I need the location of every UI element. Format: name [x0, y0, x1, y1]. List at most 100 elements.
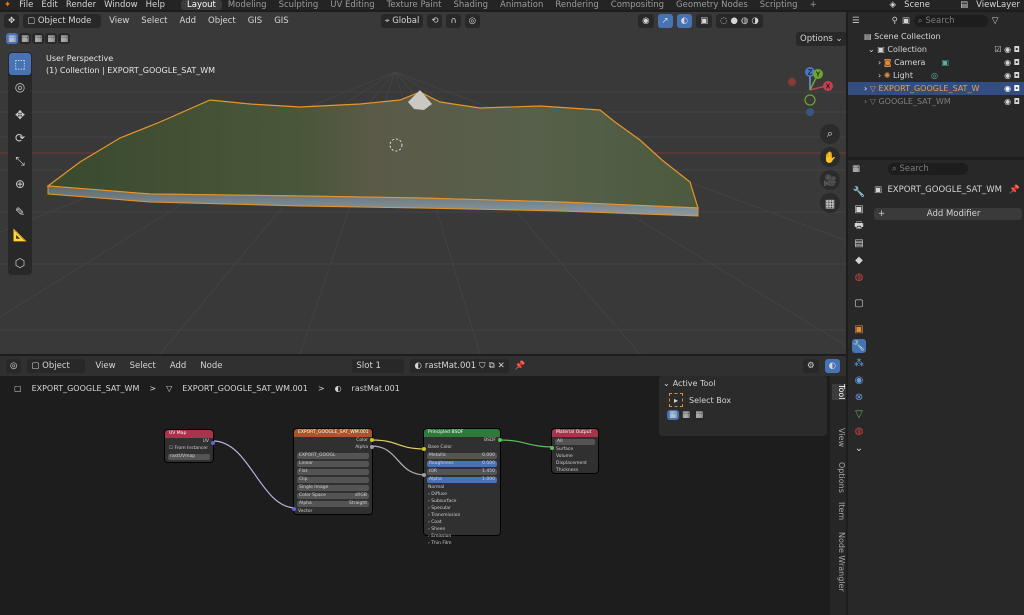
3d-viewport[interactable]: ✥ ▢ Object Mode View Select Add Object G… — [0, 12, 846, 354]
colorspace-dropdown[interactable]: Color Space sRGB — [297, 493, 369, 499]
eye-icon[interactable]: ◉ — [1004, 97, 1011, 106]
outliner-item-google-sat[interactable]: › ▽ GOOGLE_SAT_WM ◉ ◘ — [848, 95, 1024, 108]
editor-type-button[interactable]: ✥ — [4, 14, 20, 28]
collection-icon[interactable]: ▢ — [852, 296, 866, 310]
tab-texture-paint[interactable]: Texture Paint — [381, 0, 448, 10]
section-sheen[interactable]: › Sheen — [428, 527, 496, 533]
select-extend-icon[interactable]: ▦ — [19, 33, 32, 44]
sidebar-tab-node-wrangler[interactable]: Node Wrangler — [832, 532, 846, 592]
more-tabs-chevron-icon[interactable]: ⌄ — [852, 441, 866, 455]
viewlayer-name[interactable]: ViewLayer — [972, 0, 1024, 10]
add-cube-tool-icon[interactable]: ⬡ — [9, 252, 31, 274]
render-icon[interactable]: ▣ — [852, 202, 866, 216]
blender-logo-icon[interactable]: ✦ — [0, 0, 15, 10]
camera-render-icon[interactable]: ◘ — [1014, 71, 1020, 80]
properties-editor-icon[interactable]: ▦ — [852, 164, 860, 174]
tab-geometry-nodes[interactable]: Geometry Nodes — [670, 0, 754, 10]
outliner-item-light[interactable]: › ✺ Light ◎ ◉ ◘ — [848, 69, 1024, 82]
alpha-input-socket[interactable] — [422, 473, 426, 477]
scene-icon[interactable]: ◆ — [852, 253, 866, 267]
pivot-button[interactable]: ⟲ — [427, 14, 443, 28]
outliner-filter-icon[interactable]: ▽ — [992, 16, 999, 26]
tab-sculpting[interactable]: Sculpting — [273, 0, 325, 10]
add-modifier-button[interactable]: + Add Modifier — [874, 208, 1022, 220]
bsdf-output-socket[interactable] — [498, 438, 502, 442]
options-button[interactable]: Options ⌄ — [796, 32, 846, 46]
expand-chevron-icon[interactable]: ⌄ — [868, 45, 877, 54]
world-icon[interactable]: ◍ — [852, 270, 866, 284]
outliner-search-input[interactable]: ⌕ Search — [913, 15, 988, 27]
menu-window[interactable]: Window — [100, 0, 142, 10]
vp-menu-view[interactable]: View — [105, 16, 133, 26]
tab-scripting[interactable]: Scripting — [754, 0, 804, 10]
gizmo-toggle[interactable]: ↗ — [657, 14, 673, 28]
select-new-icon[interactable]: ▦ — [6, 33, 19, 44]
eye-icon[interactable]: ◉ — [1004, 71, 1011, 80]
active-tool-header[interactable]: ⌄ Active Tool — [659, 376, 827, 390]
section-specular[interactable]: › Specular — [428, 506, 496, 512]
active-tool-row[interactable]: ▸ Select Box — [659, 390, 827, 410]
zoom-icon[interactable]: ⌕ — [820, 124, 840, 144]
section-transmission[interactable]: › Transmission — [428, 513, 496, 519]
color-output-socket[interactable] — [370, 438, 374, 442]
camera-render-icon[interactable]: ◘ — [1014, 84, 1020, 93]
outliner-item-camera[interactable]: › ◙ Camera ▣ ◉ ◘ — [848, 56, 1024, 69]
projection-dropdown[interactable]: Flat — [297, 469, 369, 475]
vp-menu-gis-2[interactable]: GIS — [270, 16, 293, 26]
uv-map-field[interactable]: rastUVmap — [168, 454, 210, 460]
alpha-output-socket[interactable] — [370, 445, 374, 449]
tab-shading[interactable]: Shading — [447, 0, 494, 10]
cursor-tool-icon[interactable]: ◎ — [9, 76, 31, 98]
principled-bsdf-node[interactable]: Principled BSDF BSDF Base Color Metallic… — [422, 429, 502, 546]
alpha-field[interactable]: Alpha 1.000 — [427, 477, 497, 483]
image-texture-node[interactable]: EXPORT_GOOGLE_SAT_WM.001 Color Alpha EXP… — [292, 429, 374, 514]
filter-icon[interactable]: ⚲ — [892, 16, 898, 26]
tab-layout[interactable]: Layout — [181, 0, 222, 10]
visibility-button[interactable]: ◉ — [638, 14, 654, 28]
proportional-button[interactable]: ◎ — [464, 14, 481, 28]
section-thin-film[interactable]: › Thin Film — [428, 541, 496, 547]
annotate-tool-icon[interactable]: ✎ — [9, 201, 31, 223]
eye-icon[interactable]: ◉ — [1004, 58, 1011, 67]
tab-compositing[interactable]: Compositing — [605, 0, 670, 10]
rotate-tool-icon[interactable]: ⟳ — [9, 127, 31, 149]
menu-file[interactable]: File — [15, 0, 37, 10]
eye-icon[interactable]: ◉ — [1004, 45, 1011, 54]
camera-view-icon[interactable]: 🎥 — [820, 170, 840, 190]
surface-input-socket[interactable] — [550, 446, 554, 450]
select-new-icon[interactable]: ▦ — [667, 410, 680, 420]
select-intersect-icon[interactable]: ▦ — [58, 33, 71, 44]
modifier-wrench-icon[interactable]: 🔧 — [852, 339, 866, 353]
target-dropdown[interactable]: All — [555, 439, 595, 445]
navigation-gizmo[interactable]: Z Y X — [782, 62, 838, 118]
shader-node-editor[interactable]: ◎ ▢ Object View Select Add Node Slot 1 ◐… — [0, 356, 846, 615]
select-invert-icon[interactable]: ▦ — [45, 33, 58, 44]
object-icon[interactable]: ▣ — [852, 322, 866, 336]
camera-render-icon[interactable]: ◘ — [1014, 45, 1020, 54]
output-icon[interactable]: 🖶 — [852, 219, 866, 233]
shading-buttons[interactable]: ◌ ● ◍ ◑ — [716, 14, 763, 28]
data-icon[interactable]: ▽ — [852, 407, 866, 421]
material-shading-icon[interactable]: ◍ — [741, 16, 748, 26]
solid-shading-icon[interactable]: ● — [731, 16, 738, 26]
roughness-field[interactable]: Roughness 0.500 — [427, 461, 497, 467]
uv-output-socket[interactable] — [211, 441, 215, 445]
from-instancer-checkbox[interactable]: ☐ From Instancer — [169, 446, 209, 452]
source-dropdown[interactable]: Single Image — [297, 485, 369, 491]
constraints-icon[interactable]: ⊗ — [852, 390, 866, 404]
scene-name[interactable]: Scene — [900, 0, 956, 10]
ior-field[interactable]: IOR 1.450 — [427, 469, 497, 475]
sidebar-tab-item[interactable]: Item — [832, 502, 846, 520]
camera-render-icon[interactable]: ◘ — [1014, 97, 1020, 106]
material-output-node[interactable]: Material Output All Surface Volume Displ… — [550, 429, 598, 473]
section-diffuse[interactable]: › Diffuse — [428, 492, 496, 498]
sidebar-tab-view[interactable]: View — [832, 428, 846, 447]
select-box-tool-icon[interactable]: ⬚ — [9, 53, 31, 75]
tab-modeling[interactable]: Modeling — [222, 0, 273, 10]
uv-map-node[interactable]: UV Map UV ☐ From Instancer rastUVmap — [165, 430, 215, 462]
select-subtract-icon[interactable]: ▦ — [32, 33, 45, 44]
vp-menu-gis[interactable]: GIS — [244, 16, 267, 26]
eye-icon[interactable]: ◉ — [1004, 84, 1011, 93]
menu-render[interactable]: Render — [62, 0, 100, 10]
section-emission[interactable]: › Emission — [428, 534, 496, 540]
